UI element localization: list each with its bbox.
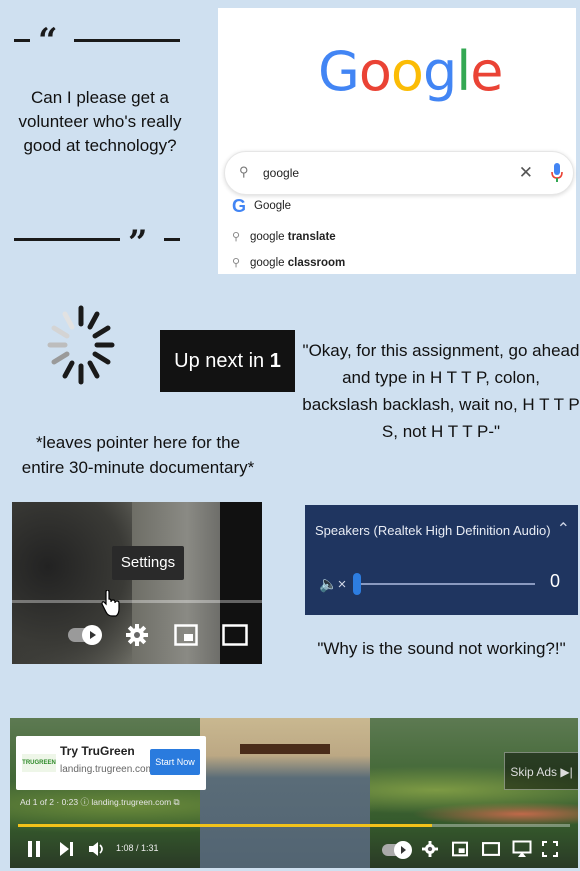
open-quote-mark: “: [38, 21, 58, 61]
volume-icon[interactable]: [88, 841, 106, 857]
speakers-title: Speakers (Realtek High Definition Audio): [315, 523, 551, 538]
search-value: google: [263, 166, 300, 180]
miniplayer-icon[interactable]: [452, 841, 468, 857]
ad-title: Try TruGreen: [60, 744, 135, 758]
theater-mode-icon[interactable]: [222, 624, 248, 646]
close-quote-mark: ”: [128, 223, 148, 263]
trugreen-logo: TRUGREEN: [22, 754, 56, 772]
belt: [240, 744, 330, 754]
logo-letter: e: [470, 40, 503, 103]
search-icon: ⚲: [239, 164, 249, 179]
search-icon: ⚲: [232, 231, 241, 243]
suggestion-prefix: google: [250, 231, 288, 243]
ad-url: landing.trugreen.com: [60, 764, 154, 775]
person-figure: [200, 718, 370, 868]
microphone-icon[interactable]: [551, 163, 563, 183]
fullscreen-icon[interactable]: [542, 841, 558, 857]
quote-rule-top-left: [14, 39, 30, 42]
speaker-muted-icon[interactable]: 🔈×: [319, 575, 346, 593]
video-progress-bar[interactable]: [12, 600, 262, 603]
pointer-caption: *leaves pointer here for the entire 30-m…: [21, 433, 255, 477]
suggestion-item[interactable]: ⚲ google classroom: [232, 256, 345, 269]
search-input[interactable]: ⚲ google ✕: [224, 151, 574, 195]
google-search-card: Google ⚲ google ✕ G Google ⚲ google transl…: [218, 8, 576, 274]
skip-ads-button[interactable]: Skip Ads ▶|: [504, 752, 578, 790]
google-logo: Google: [318, 40, 503, 103]
video-player-settings[interactable]: Settings: [12, 502, 262, 664]
gear-icon[interactable]: [422, 841, 438, 857]
gear-icon[interactable]: [126, 624, 148, 646]
logo-letter: l: [456, 40, 471, 103]
pause-icon[interactable]: [26, 840, 42, 858]
quote-text: Can I please get a volunteer who's reall…: [18, 88, 182, 155]
video-player-ad[interactable]: TRUGREEN Try TruGreen landing.trugreen.c…: [10, 718, 578, 868]
suggestion-bold: classroom: [287, 257, 346, 269]
volume-slider-thumb[interactable]: [353, 573, 361, 595]
suggestion-bold: translate: [287, 231, 336, 243]
miniplayer-icon[interactable]: [174, 624, 198, 646]
next-icon[interactable]: [58, 841, 74, 857]
logo-letter: g: [422, 40, 457, 103]
ad-info-line: Ad 1 of 2 · 0:23 ⓘ landing.trugreen.com …: [20, 797, 180, 807]
up-next-count: 1: [269, 350, 281, 372]
autoplay-play-icon: [394, 841, 412, 859]
settings-tooltip: Settings: [112, 546, 184, 580]
ad-progress-fill: [18, 824, 432, 827]
ad-progress-bar[interactable]: [18, 824, 570, 827]
sound-caption: "Why is the sound not working?!": [317, 639, 566, 658]
chevron-up-icon[interactable]: ⌃: [557, 519, 570, 539]
quote-rule-bottom-left: [14, 238, 120, 241]
theater-mode-icon[interactable]: [482, 842, 500, 856]
logo-letter: o: [358, 40, 392, 103]
google-g-icon: G: [232, 196, 247, 216]
http-caption: "Okay, for this assignment, go ahead and…: [302, 341, 580, 441]
suggestion-label: Google: [254, 200, 292, 212]
quote-rule-top-right: [74, 39, 180, 42]
cast-icon[interactable]: [512, 840, 532, 858]
volume-level: 0: [549, 571, 560, 591]
start-now-button[interactable]: Start Now: [150, 749, 200, 775]
suggestion-item[interactable]: G Google: [232, 196, 291, 217]
close-icon[interactable]: ✕: [519, 163, 533, 183]
up-next-label: Up next in: [174, 350, 270, 372]
logo-letter: o: [390, 40, 424, 103]
ad-card[interactable]: TRUGREEN Try TruGreen landing.trugreen.c…: [16, 736, 206, 790]
autoplay-play-icon: [82, 625, 102, 645]
loading-spinner-icon: [47, 305, 115, 385]
volume-mixer-panel: Speakers (Realtek High Definition Audio)…: [305, 505, 578, 615]
volume-slider-track[interactable]: [357, 583, 535, 585]
logo-letter: G: [318, 40, 360, 103]
suggestion-item[interactable]: ⚲ google translate: [232, 230, 336, 243]
pointer-hand-icon: [101, 590, 120, 617]
video-time: 1:08 / 1:31: [116, 843, 159, 853]
search-icon: ⚲: [232, 257, 241, 269]
suggestion-prefix: google: [250, 257, 288, 269]
quote-rule-bottom-right: [164, 238, 180, 241]
up-next-banner: Up next in 1: [160, 330, 295, 392]
